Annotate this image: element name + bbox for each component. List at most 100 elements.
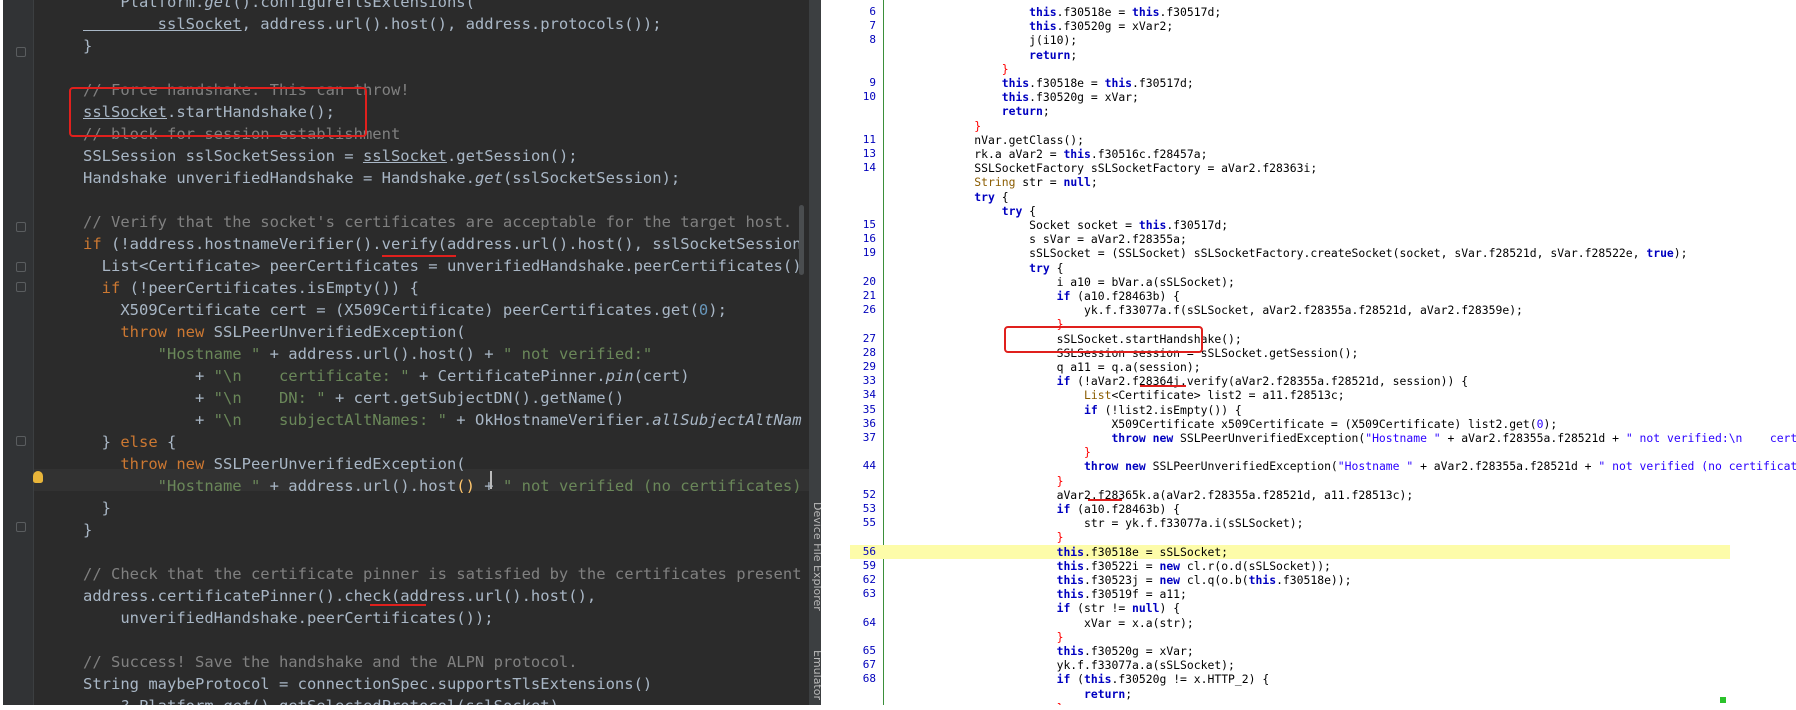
- code-line[interactable]: 13 rk.a aVar2 = this.f30516c.f28457a;: [850, 147, 1730, 161]
- code-line[interactable]: 21 if (a10.f28463b) {: [850, 289, 1730, 303]
- code-line[interactable]: } else {: [83, 431, 177, 453]
- code-line[interactable]: // Verify that the socket's certificates…: [83, 211, 792, 233]
- code-line[interactable]: }: [850, 474, 1730, 488]
- code-line[interactable]: 59 this.f30522i = new cl.r(o.d(sSLSocket…: [850, 559, 1730, 573]
- code-line[interactable]: 8 j(i10);: [850, 33, 1730, 47]
- code-line[interactable]: "Hostname " + address.url().host() + " n…: [83, 343, 653, 365]
- fold-marker-icon[interactable]: [16, 262, 26, 272]
- code-line[interactable]: SSLSession sslSocketSession = sslSocket.…: [83, 145, 578, 167]
- fold-marker-icon[interactable]: [16, 222, 26, 232]
- code-line[interactable]: if (str != null) {: [850, 601, 1730, 615]
- code-token: {: [1049, 260, 1064, 275]
- lightbulb-icon[interactable]: [33, 471, 43, 483]
- code-token: (): [456, 477, 475, 495]
- code-line[interactable]: }: [83, 497, 111, 519]
- code-line[interactable]: 29 q a11 = q.a(session);: [850, 360, 1730, 374]
- code-line[interactable]: 37 throw new SSLPeerUnverifiedException(…: [850, 431, 1796, 445]
- editor-gutter[interactable]: [3, 0, 34, 705]
- code-line[interactable]: X509Certificate cert = (X509Certificate)…: [83, 299, 727, 321]
- code-line[interactable]: }: [850, 701, 1730, 705]
- code-line[interactable]: }: [83, 35, 92, 57]
- code-line[interactable]: throw new SSLPeerUnverifiedException(: [83, 453, 465, 475]
- code-text: xVar = x.a(str);: [892, 616, 1194, 630]
- code-line[interactable]: if (!peerCertificates.isEmpty()) {: [83, 277, 419, 299]
- device-file-explorer-tab[interactable]: Device File Explorer: [809, 502, 821, 611]
- code-line[interactable]: Platform.get().configureTlsExtensions(: [83, 0, 475, 13]
- code-line[interactable]: 53 if (a10.f28463b) {: [850, 502, 1730, 516]
- code-line[interactable]: }: [850, 445, 1730, 459]
- code-line[interactable]: 63 this.f30519f = a11;: [850, 587, 1730, 601]
- code-line[interactable]: 6 this.f30518e = this.f30517d;: [850, 5, 1730, 19]
- editor-scrollbar[interactable]: [799, 205, 804, 275]
- code-line[interactable]: }: [83, 519, 92, 541]
- line-number: 10: [862, 90, 876, 104]
- fold-marker-icon[interactable]: [16, 47, 26, 57]
- fold-marker-icon[interactable]: [16, 436, 26, 446]
- emulator-tab[interactable]: Emulator: [809, 650, 821, 700]
- decompiled-code-viewer[interactable]: 6 this.f30518e = this.f30517d; 7 this.f30…: [850, 0, 1796, 705]
- code-line[interactable]: 65 this.f30520g = xVar;: [850, 644, 1730, 658]
- code-line[interactable]: 68 if (this.f30520g != x.HTTP_2) {: [850, 672, 1730, 686]
- code-line[interactable]: String maybeProtocol = connectionSpec.su…: [83, 673, 652, 695]
- code-token: pin: [605, 367, 634, 385]
- code-line[interactable]: List<Certificate> peerCertificates = unv…: [83, 255, 802, 277]
- code-line[interactable]: try {: [850, 204, 1730, 218]
- code-line[interactable]: address.certificatePinner().check(addres…: [83, 585, 596, 607]
- code-line[interactable]: ? Platform.get().getSelectedProtocol(ssl…: [83, 695, 559, 705]
- code-line[interactable]: 28 SSLSession session = sSLSocket.getSes…: [850, 346, 1730, 360]
- code-line[interactable]: 44 throw new SSLPeerUnverifiedException(…: [850, 459, 1796, 473]
- code-line[interactable]: 10 this.f30520g = xVar;: [850, 90, 1730, 104]
- code-line[interactable]: return;: [850, 48, 1730, 62]
- code-line[interactable]: 9 this.f30518e = this.f30517d;: [850, 76, 1730, 90]
- code-line[interactable]: 26 yk.f.f33077a.f(sSLSocket, aVar2.f2835…: [850, 303, 1730, 317]
- code-line[interactable]: 11 nVar.getClass();: [850, 133, 1730, 147]
- code-line[interactable]: String str = null;: [850, 175, 1730, 189]
- code-line[interactable]: try {: [850, 190, 1730, 204]
- code-line[interactable]: throw new SSLPeerUnverifiedException(: [83, 321, 465, 343]
- code-line[interactable]: 52 aVar2.f28365k.a(aVar2.f28355a.f28521d…: [850, 488, 1730, 502]
- code-line[interactable]: 20 i a10 = bVar.a(sSLSocket);: [850, 275, 1730, 289]
- line-number: 67: [862, 658, 876, 672]
- code-line[interactable]: }: [850, 317, 1730, 331]
- code-token: }: [892, 629, 1064, 644]
- code-token: this: [1056, 587, 1085, 602]
- fold-marker-icon[interactable]: [16, 522, 26, 532]
- code-line[interactable]: 33 if (!aVar2.f28364j.verify(aVar2.f2835…: [850, 374, 1730, 388]
- code-line[interactable]: 14 SSLSocketFactory sSLSocketFactory = a…: [850, 161, 1730, 175]
- code-line[interactable]: 36 X509Certificate x509Certificate = (X5…: [850, 417, 1730, 431]
- code-line[interactable]: try {: [850, 261, 1730, 275]
- code-line[interactable]: Handshake unverifiedHandshake = Handshak…: [83, 167, 680, 189]
- code-line[interactable]: }: [850, 630, 1730, 644]
- code-line[interactable]: // Success! Save the handshake and the A…: [83, 651, 578, 673]
- code-line[interactable]: + "\n certificate: " + CertificatePinner…: [83, 365, 690, 387]
- fold-marker-icon[interactable]: [16, 282, 26, 292]
- code-line[interactable]: sslSocket, address.url().host(), address…: [83, 13, 662, 35]
- code-line[interactable]: 27 sSLSocket.startHandshake();: [850, 332, 1730, 346]
- code-line[interactable]: }: [850, 530, 1730, 544]
- code-text: }: [892, 119, 981, 133]
- code-line[interactable]: // Check that the certificate pinner is …: [83, 563, 802, 585]
- code-line[interactable]: return;: [850, 687, 1730, 701]
- code-line[interactable]: unverifiedHandshake.peerCertificates());: [83, 607, 493, 629]
- code-line[interactable]: 35 if (!list2.isEmpty()) {: [850, 403, 1730, 417]
- code-line[interactable]: 7 this.f30520g = xVar2;: [850, 19, 1730, 33]
- code-line[interactable]: 15 Socket socket = this.f30517d;: [850, 218, 1730, 232]
- highlighted-code-line[interactable]: 56 this.f30518e = sSLSocket;: [850, 544, 1730, 559]
- code-line[interactable]: }: [850, 119, 1730, 133]
- code-line[interactable]: if (!address.hostnameVerifier().verify(a…: [83, 233, 802, 255]
- code-line[interactable]: + "\n subjectAltNames: " + OkHostnameVer…: [83, 409, 802, 431]
- code-line[interactable]: 34 List<Certificate> list2 = a11.f28513c…: [850, 388, 1730, 402]
- code-line[interactable]: 62 this.f30523j = new cl.q(o.b(this.f305…: [850, 573, 1730, 587]
- code-line[interactable]: 16 s sVar = aVar2.f28355a;: [850, 232, 1730, 246]
- code-token: this: [1056, 544, 1085, 559]
- code-line[interactable]: }: [850, 62, 1730, 76]
- code-line[interactable]: 67 yk.f.f33077a.a(sSLSocket);: [850, 658, 1730, 672]
- code-line[interactable]: "Hostname " + address.url().host() + " n…: [83, 475, 802, 497]
- code-line[interactable]: return;: [850, 104, 1730, 118]
- code-line[interactable]: 19 sSLSocket = (SSLSocket) sSLSocketFact…: [850, 246, 1730, 260]
- code-line[interactable]: 55 str = yk.f.f33077a.i(sSLSocket);: [850, 516, 1730, 530]
- code-line[interactable]: 64 xVar = x.a(str);: [850, 616, 1730, 630]
- code-line[interactable]: + "\n DN: " + cert.getSubjectDN().getNam…: [83, 387, 624, 409]
